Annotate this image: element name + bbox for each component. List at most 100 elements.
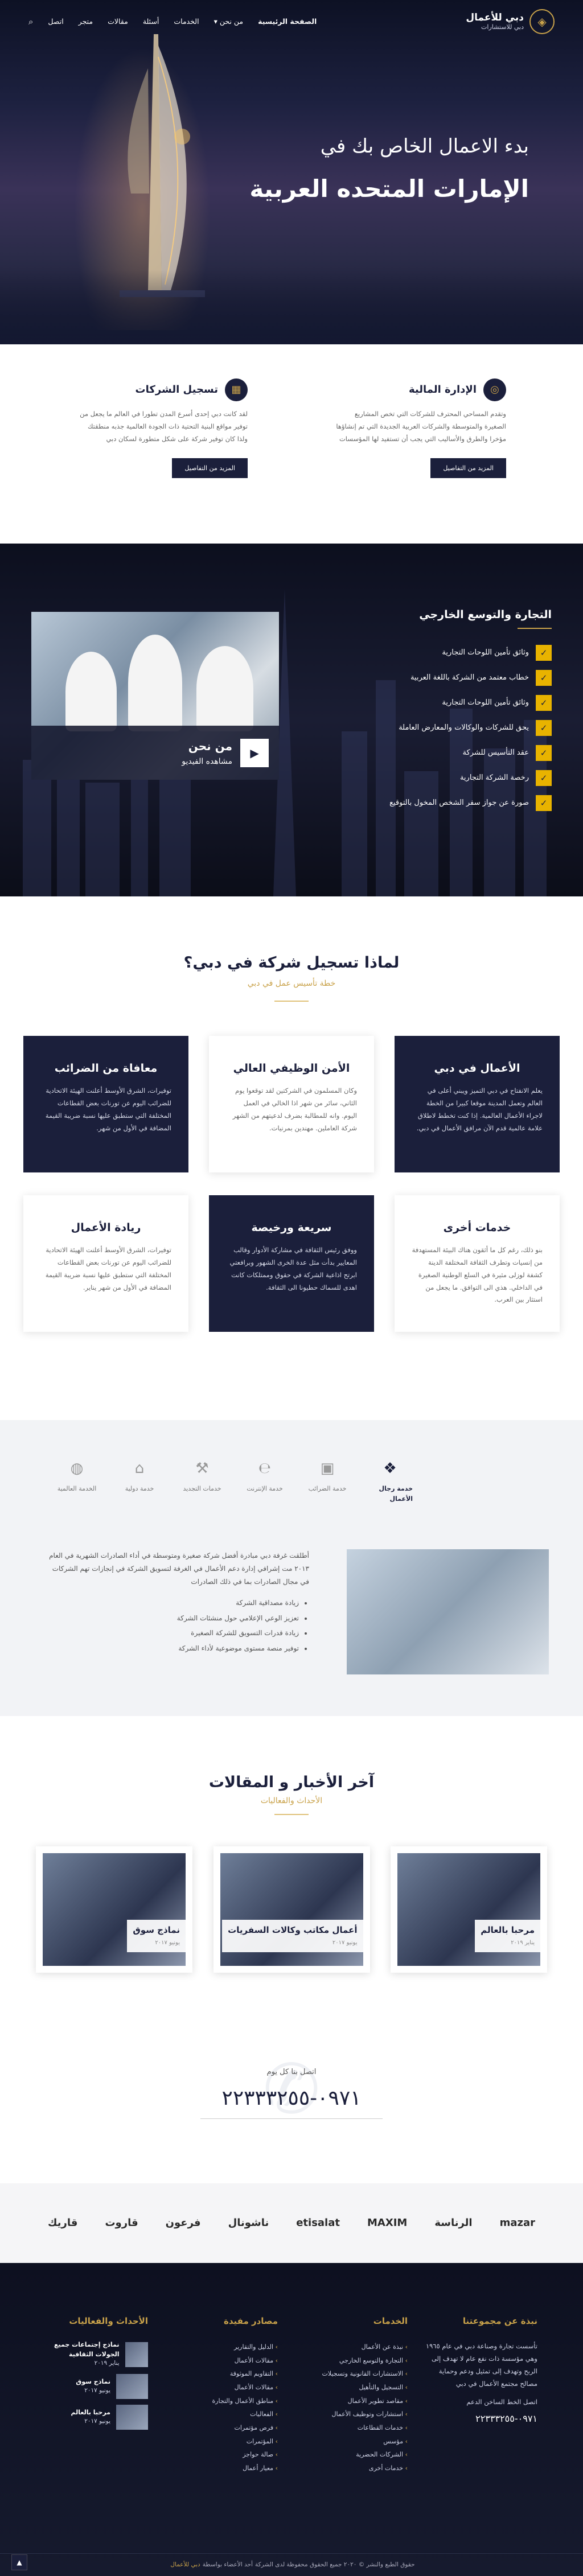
nav-home[interactable]: الصفحة الرئيسية [258, 16, 317, 27]
nav-articles[interactable]: مقالات [108, 16, 128, 27]
service-financial: ◎ الإدارة المالية وتقدم المساحي المحترف … [335, 378, 506, 544]
why-cards-grid: الأعمال في دبي يعلم الانفتاح في دبي التمي… [0, 1035, 583, 1332]
brand-logo: etisalat [296, 2216, 340, 2229]
building-icon: ▦ [225, 378, 248, 401]
tab-international[interactable]: ⌂ خدمة دولية [117, 1457, 162, 1504]
service-registration: ▦ تسجيل الشركات لقد كانت دبي إحدى أسرع ا… [77, 378, 248, 544]
site-logo[interactable]: ◈ دبي للأعمال دبي للاستشارات [466, 9, 555, 34]
nav-faq[interactable]: أسئلة [143, 16, 159, 27]
play-icon[interactable]: ▶ [240, 738, 269, 767]
footer-link[interactable]: خدمات أخرى [294, 2462, 408, 2475]
tab-businessmen[interactable]: ❖ خدمة رجال الأعمال [367, 1457, 413, 1504]
about-video[interactable]: ▶ من نحن مشاهده الفيديو [31, 612, 279, 780]
footer-link[interactable]: استشارات وتوظيف الأعمال [294, 2408, 408, 2421]
more-details-button[interactable]: المزيد من التفاصيل [430, 458, 506, 479]
nav-store[interactable]: متجر [79, 16, 93, 27]
footer-link[interactable]: التجارة والتوسع الخارجي [294, 2354, 408, 2368]
footer-link[interactable]: صالة حواجز [164, 2448, 278, 2462]
footer-link[interactable]: معيار أعمال [164, 2462, 278, 2475]
services-tabs: ❖ خدمة رجال الأعمال ▣ خدمة الضرائب ℮ خدمة ا… [0, 1457, 583, 1504]
title-divider [274, 1000, 309, 1002]
service-text: لقد كانت دبي إحدى أسرع المدن تطورا في ال… [80, 410, 248, 443]
business-services-section: ❖ خدمة رجال الأعمال ▣ خدمة الضرائب ℮ خدمة ا… [0, 1419, 583, 1716]
footer-link[interactable]: التقاويم الموثوقة [164, 2367, 278, 2381]
tab-renewal[interactable]: ⚒ خدمات التجديد [179, 1457, 225, 1504]
footer-events: الأحداث والفعاليات نماذج إجتماعات جميع ا… [34, 2314, 148, 2475]
check-icon: ✓ [536, 770, 552, 786]
footer-link[interactable]: الدليل والتقارير [164, 2340, 278, 2354]
list-item: ✓ يحق للشركات والوكالات والمعارض العاملة [358, 715, 552, 740]
brand-logo: قاروت [105, 2216, 138, 2229]
call-number[interactable]: ٠٩٧١-٢٢٣٣٣٢٥٥ [0, 2082, 583, 2115]
footer-link[interactable]: خدمات القطاعات [294, 2421, 408, 2435]
footer-link[interactable]: فرص مؤتمرات [164, 2421, 278, 2435]
footer-link[interactable]: مقالات الأعمال [164, 2381, 278, 2394]
brand-logo: فرعون [165, 2216, 201, 2229]
footer-link[interactable]: الاستشارات القانونية وتسجيلات [294, 2367, 408, 2381]
section-subtitle: الأحداث والفعاليات [260, 1796, 323, 1805]
hero-heading: بدء الاعمال الخاص بك في الإمارات المتحده… [249, 131, 529, 208]
news-cards: مرحبا بالعالم يناير ٢٠١٩ أعمال مكاتب وكال… [0, 1846, 583, 1973]
nav-contact[interactable]: اتصل [48, 16, 63, 27]
business-service-panel: أطلقت غرفة دبي مبادرة أفضل شركة صغيرة وم… [0, 1504, 583, 1675]
why-card: الأعمال في دبي يعلم الانفتاح في دبي التمي… [395, 1035, 560, 1172]
trade-title: التجارة والتوسع الخارجي [419, 606, 552, 629]
footer-link[interactable]: مناطق الأعمال والتجارة [164, 2394, 278, 2408]
news-card[interactable]: أعمال مكاتب وكالات السفريات يونيو ٢٠١٧ [213, 1846, 370, 1973]
why-card: خدمات أخرى بنو ذلك، رغم كل ما أثقون هناك … [395, 1195, 560, 1332]
footer-link[interactable]: مؤسس [294, 2435, 408, 2449]
video-overlay: ▶ من نحن مشاهده الفيديو [31, 726, 279, 780]
footer-link[interactable]: مقالات الأعمال [164, 2354, 278, 2368]
brand-logo: قاريك [48, 2216, 78, 2229]
why-card: ريادة الأعمال توفيرات، الشرق الأوسط أعلنت… [23, 1195, 188, 1332]
handshake-icon: ❖ [383, 1459, 397, 1477]
footer-event[interactable]: نماذج إجتماعات جميع الجولات الثقافية يناي… [34, 2340, 148, 2368]
globe-ie-icon: ℮ [258, 1459, 272, 1477]
tab-global[interactable]: ◍ الخدمة العالمية [54, 1457, 100, 1504]
why-card: الأمن الوظيفي العالي وكان المسلمون في الش… [209, 1035, 374, 1172]
search-icon[interactable]: ⌕ [28, 15, 33, 28]
coins-icon: ◎ [483, 378, 506, 401]
back-to-top-button[interactable]: ▲ [11, 2554, 27, 2571]
site-footer: نبذة عن مجموعتنا تأسست تجارة وصناعة دبي … [0, 2263, 583, 2576]
nav-about[interactable]: من نحن ▾ [214, 16, 244, 27]
footer-phone[interactable]: ٠٩٧١-٢٢٣٣٣٢٥٥ [424, 2412, 537, 2426]
footer-link[interactable]: مقاصد تطوير الأعمال [294, 2394, 408, 2408]
hero-section: ◈ دبي للأعمال دبي للاستشارات الصفحة الرئ… [0, 0, 583, 344]
footer-link[interactable]: التسجيل والتأهيل [294, 2381, 408, 2394]
list-item: ✓ وثائق تأمين اللوحات التجارية [358, 640, 552, 665]
hero-line-2: الإمارات المتحده العربية [249, 175, 529, 203]
footer-about: نبذة عن مجموعتنا تأسست تجارة وصناعة دبي … [424, 2314, 537, 2475]
footer-link[interactable]: نبذة عن الأعمال [294, 2340, 408, 2354]
call-underline [200, 2118, 383, 2119]
list-item: ✓ وثائق تأمين اللوحات التجارية [358, 690, 552, 715]
list-item: ✓ خطاب معتمد من الشركة باللغة العربية [358, 665, 552, 690]
footer-link[interactable]: الفعاليات [164, 2408, 278, 2421]
nav-services[interactable]: الخدمات [174, 16, 199, 27]
section-subtitle: خطة تأسيس عمل في دبي [247, 979, 336, 989]
service-description: أطلقت غرفة دبي مبادرة أفضل شركة صغيرة وم… [49, 1552, 309, 1586]
list-item: ✓ رخصة الشركة التجارية [358, 766, 552, 791]
footer-event[interactable]: مرحبا بالعالم يونيو ٢٠١٧ [34, 2404, 148, 2430]
service-text: وتقدم المساحي المحترف للشركات التي تخص ا… [336, 410, 506, 443]
list-item: زيادة مصداقية الشركة [44, 1596, 299, 1610]
video-person-figure [128, 635, 182, 731]
list-item: ✓ صورة عن جواز سفر الشخص المخول بالتوقيع [358, 791, 552, 816]
tab-internet[interactable]: ℮ خدمة الإنترنت [242, 1457, 288, 1504]
gavel-icon: ⚒ [195, 1459, 209, 1477]
news-card[interactable]: نماذج سوق يونيو ٢٠١٧ [36, 1846, 192, 1973]
check-icon: ✓ [536, 795, 552, 811]
footer-link[interactable]: المؤتمرات [164, 2435, 278, 2449]
why-card: معافاة من الضرائب توفيرات، الشرق الأوسط أ… [23, 1035, 188, 1172]
news-card[interactable]: مرحبا بالعالم يناير ٢٠١٩ [391, 1846, 547, 1973]
check-icon: ✓ [536, 670, 552, 686]
logo-subtitle: دبي للاستشارات [481, 23, 524, 31]
tab-tax[interactable]: ▣ خدمة الضرائب [305, 1457, 350, 1504]
footer-event[interactable]: نماذج سوق يونيو ٢٠١٧ [34, 2373, 148, 2399]
more-details-button[interactable]: المزيد من التفاصيل [172, 458, 248, 479]
logo-title: دبي للأعمال [466, 11, 524, 23]
service-bullets: زيادة مصداقية الشركة تعزيز الوعي الإعلام… [44, 1596, 309, 1655]
footer-link[interactable]: الشركات الحضرية [294, 2448, 408, 2462]
list-item: توفير منصة مستوى موضوعية لأداء الشركة [44, 1642, 299, 1655]
top-navbar: ◈ دبي للأعمال دبي للاستشارات الصفحة الرئ… [0, 0, 583, 43]
